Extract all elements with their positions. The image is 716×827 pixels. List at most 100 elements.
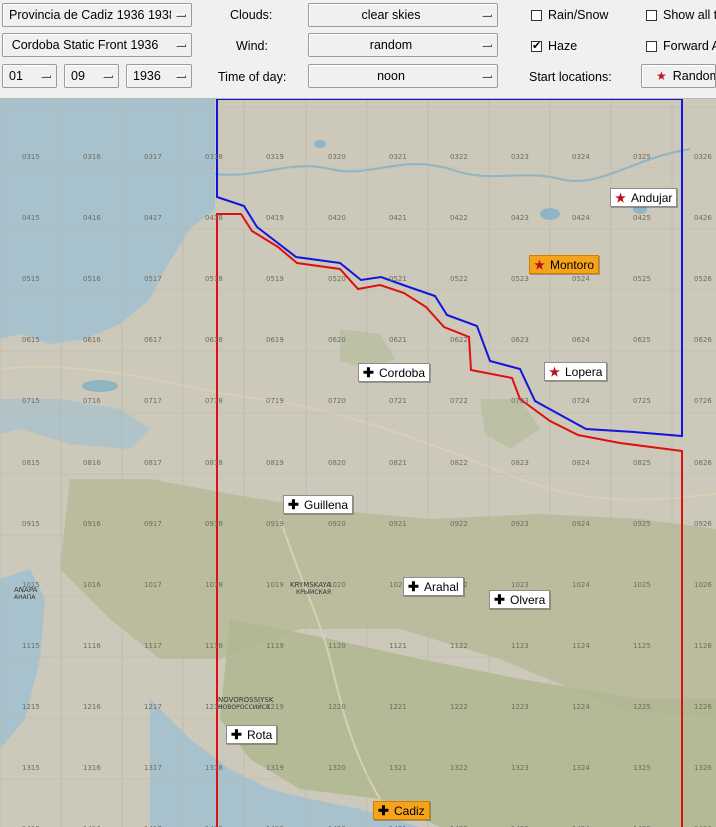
grid-square-label: 0326	[694, 153, 712, 161]
forward-label: Forward A	[663, 39, 716, 53]
grid-square-label: 0726	[694, 397, 712, 405]
grid-square-label: 0923	[511, 520, 529, 528]
grid-square-label: 0616	[83, 336, 101, 344]
grid-square-label: 0425	[633, 214, 651, 222]
grid-square-label: 1324	[572, 764, 590, 772]
rain-snow-label: Rain/Snow	[548, 8, 609, 22]
grid-square-label: 1322	[450, 764, 468, 772]
show-all-checkbox-box[interactable]	[646, 9, 657, 21]
grid-square-label: 1017	[144, 581, 162, 589]
grid-square-label: 0922	[450, 520, 468, 528]
grid-square-label: 0415	[22, 214, 40, 222]
grid-square-label: 0319	[266, 153, 284, 161]
grid-square-label: 1024	[572, 581, 590, 589]
grid-square-label: 0916	[83, 520, 101, 528]
map-select[interactable]: Provincia de Cadiz 1936 1938	[2, 3, 192, 27]
grid-square-label: 0624	[572, 336, 590, 344]
cross-icon: ✚	[363, 364, 374, 380]
grid-square-label: 0515	[22, 275, 40, 283]
star-icon: ★	[549, 364, 560, 379]
grid-square-label: 0522	[450, 275, 468, 283]
grid-square-label: 1115	[22, 642, 40, 650]
blue-front-line	[216, 99, 683, 438]
dropdown-arrow-icon	[171, 65, 191, 87]
grid-square-label: 1025	[633, 581, 651, 589]
grid-square-label: 1220	[328, 703, 346, 711]
airfield-marker-olvera[interactable]: ✚ Olvera	[489, 590, 551, 609]
star-icon: ★	[656, 69, 667, 83]
forward-checkbox[interactable]: Forward A	[646, 39, 716, 53]
airfield-marker-montoro[interactable]: ★ Montoro	[529, 255, 600, 274]
show-all-checkbox[interactable]: Show all t	[646, 8, 716, 22]
mission-map[interactable]: 0315 0316 0317 0318 0319 0320 0321 0322 0323 0324…	[0, 99, 716, 827]
airfield-label: Arahal	[424, 579, 459, 594]
grid-square-label: 0825	[633, 459, 651, 467]
clouds-select[interactable]: clear skies	[308, 3, 498, 27]
grid-square-label: 0826	[694, 459, 712, 467]
grid-square-label: 0722	[450, 397, 468, 405]
grid-square-label: 0925	[633, 520, 651, 528]
grid-square-label: 1023	[511, 581, 529, 589]
cross-icon: ✚	[408, 578, 419, 594]
dropdown-arrow-icon	[477, 4, 497, 26]
time-of-day-value: noon	[377, 69, 405, 83]
grid-square-label: 0420	[328, 214, 346, 222]
rain-snow-checkbox-box[interactable]	[531, 9, 542, 21]
wind-select[interactable]: random	[308, 33, 498, 57]
mission-select[interactable]: Cordoba Static Front 1936	[2, 33, 192, 57]
grid-square-label: 1121	[389, 642, 407, 650]
wind-label: Wind:	[236, 39, 268, 53]
haze-checkbox-box[interactable]	[531, 39, 542, 53]
grid-square-label: 1120	[328, 642, 346, 650]
airfield-marker-lopera[interactable]: ★ Lopera	[544, 362, 608, 381]
day-select[interactable]: 01	[2, 64, 57, 88]
place-label: ANAPA	[14, 586, 38, 594]
place-label: NOVOROSSIYSK	[218, 696, 274, 704]
grid-square-label: 1223	[511, 703, 529, 711]
airfield-marker-rota[interactable]: ✚ Rota	[226, 725, 278, 744]
place-label: KRYMSKAYA	[290, 581, 331, 589]
start-locations-label: Start locations:	[529, 70, 612, 84]
cross-icon: ✚	[494, 591, 505, 607]
airfield-marker-cadiz[interactable]: ✚ Cadiz	[373, 801, 430, 820]
grid-square-label: 1315	[22, 764, 40, 772]
airfield-marker-arahal[interactable]: ✚ Arahal	[403, 577, 464, 596]
place-label: АНАПА	[14, 594, 36, 601]
airfield-marker-andujar[interactable]: ★ Andujar	[610, 188, 678, 207]
grid-square-label: 0924	[572, 520, 590, 528]
grid-square-label: 0824	[572, 459, 590, 467]
month-select[interactable]: 09	[64, 64, 119, 88]
grid-square-label: 0323	[511, 153, 529, 161]
airfield-label: Rota	[247, 727, 273, 742]
grid-square-label: 1320	[328, 764, 346, 772]
forward-checkbox-box[interactable]	[646, 40, 657, 52]
time-of-day-select[interactable]: noon	[308, 64, 498, 88]
haze-checkbox[interactable]: Haze	[531, 39, 577, 53]
airfield-marker-guillena[interactable]: ✚ Guillena	[283, 495, 354, 514]
year-select[interactable]: 1936	[126, 64, 192, 88]
grid-square-label: 0318	[205, 153, 223, 161]
cross-icon: ✚	[231, 726, 242, 742]
grid-square-label: 1117	[144, 642, 162, 650]
grid-square-label: 0619	[266, 336, 284, 344]
grid-square-label: 0417	[144, 214, 162, 222]
grid-square-label: 0917	[144, 520, 162, 528]
grid-square-label: 1316	[83, 764, 101, 772]
grid-square-label: 0622	[450, 336, 468, 344]
random-start-button[interactable]: ★ Random	[641, 64, 716, 88]
grid-square-label: 0617	[144, 336, 162, 344]
rain-snow-checkbox[interactable]: Rain/Snow	[531, 8, 608, 22]
grid-square-label: 0418	[205, 214, 223, 222]
grid-square-label: 0625	[633, 336, 651, 344]
airfield-marker-cordoba[interactable]: ✚ Cordoba	[358, 363, 431, 382]
grid-square-label: 0524	[572, 275, 590, 283]
grid-square-label: 1221	[389, 703, 407, 711]
place-label: КРЫМСКАЯ	[296, 589, 332, 596]
dropdown-arrow-icon	[36, 65, 56, 87]
map-lake	[314, 140, 326, 148]
grid-square-label: 0523	[511, 275, 529, 283]
grid-square-label: 0718	[205, 397, 223, 405]
grid-square-label: 0723	[511, 397, 529, 405]
grid-square-label: 0620	[328, 336, 346, 344]
dropdown-arrow-icon	[171, 4, 191, 26]
